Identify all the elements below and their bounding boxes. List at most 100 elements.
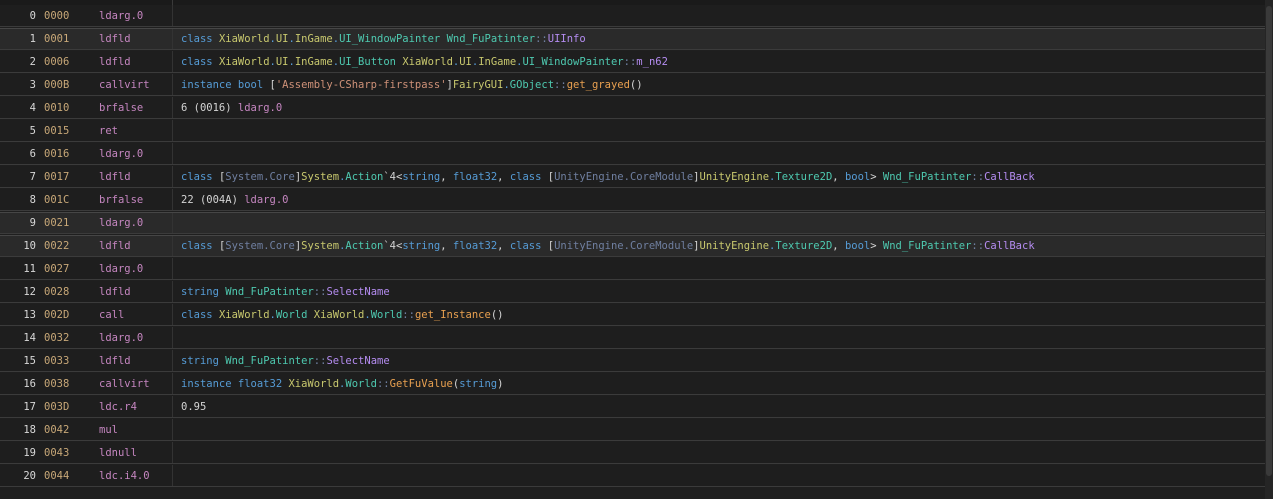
- operand-token: InGame: [294, 55, 333, 68]
- operand-token: XiaWorld: [218, 55, 270, 68]
- operand-token: UI_Button: [339, 55, 396, 68]
- operand-token: ): [497, 377, 504, 390]
- il-row[interactable]: 18 0042 mul: [0, 419, 1265, 441]
- il-opcode: mul: [99, 423, 118, 436]
- operand-token: World: [370, 308, 403, 321]
- row-index: 7: [29, 170, 36, 183]
- scrollbar-thumb[interactable]: [1266, 6, 1272, 476]
- il-opcode: ldnull: [99, 446, 137, 459]
- il-row[interactable]: 9 0021 ldarg.0: [0, 212, 1265, 234]
- row-index: 9: [29, 217, 36, 229]
- il-row[interactable]: 7 0017 ldfld class [System.Core]System.Acti…: [0, 166, 1265, 188]
- operand-token: XiaWorld: [402, 55, 453, 68]
- il-offset: 0043: [44, 446, 70, 459]
- operand-token: Action: [345, 240, 384, 252]
- il-row[interactable]: 10 0022 ldfld class [System.Core]System.Act…: [0, 235, 1265, 257]
- operand-token: ::: [313, 285, 327, 298]
- il-operand: instance bool ['Assembly-CSharp-firstpas…: [181, 79, 643, 91]
- operand-token: ,: [497, 240, 510, 252]
- il-row[interactable]: 16 0038 callvirt instance float32 XiaWorld.…: [0, 373, 1265, 395]
- operand-token: >: [870, 240, 883, 252]
- il-row[interactable]: 14 0032 ldarg.0: [0, 327, 1265, 349]
- il-offset: 0028: [44, 285, 70, 298]
- il-offset: 0042: [44, 423, 70, 436]
- row-index: 20: [23, 469, 36, 482]
- il-row[interactable]: 12 0028 ldfld string Wnd_FuPatinter::Select…: [0, 281, 1265, 303]
- il-row[interactable]: 15 0033 ldfld string Wnd_FuPatinter::Select…: [0, 350, 1265, 372]
- il-offset: 000B: [44, 78, 70, 91]
- il-row[interactable]: 13 002D call class XiaWorld.World XiaWorld.…: [0, 304, 1265, 326]
- operand-token: ::: [402, 308, 415, 321]
- il-opcode: ldfld: [99, 354, 131, 367]
- il-opcode: ldfld: [99, 33, 131, 45]
- il-row[interactable]: 3 000B callvirt instance bool ['Assembly-CS…: [0, 74, 1265, 96]
- il-operand: class XiaWorld.UI.InGame.UI_Button XiaWo…: [181, 56, 668, 68]
- operand-token: `4<: [383, 170, 403, 183]
- il-row[interactable]: 2 0006 ldfld class XiaWorld.UI.InGame.UI_Bu…: [0, 51, 1265, 73]
- il-row[interactable]: 0 0000 ldarg.0: [0, 5, 1265, 27]
- il-row[interactable]: 5 0015 ret: [0, 120, 1265, 142]
- operand-token: XiaWorld: [218, 33, 270, 45]
- operand-token: Wnd_FuPatinter: [882, 240, 972, 252]
- operand-token: XiaWorld: [218, 308, 270, 321]
- operand-token: UnityEngine: [699, 240, 770, 252]
- il-operand: class [System.Core]System.Action`4<strin…: [181, 171, 1035, 183]
- il-code-grid: 0 0000 ldarg.0 1 0001 ldfld class XiaWorld.UI.…: [0, 0, 1273, 499]
- operand-token: System.Core: [225, 170, 295, 183]
- operand-token: class: [181, 170, 219, 183]
- operand-token: ::: [376, 377, 390, 390]
- vertical-scrollbar[interactable]: [1265, 0, 1273, 499]
- il-opcode: ldarg.0: [99, 147, 144, 160]
- operand-token: System.Core: [225, 240, 295, 252]
- il-opcode: callvirt: [99, 377, 150, 390]
- row-index: 19: [23, 446, 36, 459]
- il-offset: 0044: [44, 469, 70, 482]
- il-offset: 0016: [44, 147, 70, 160]
- operand-token: string: [402, 170, 441, 183]
- operand-token: XiaWorld: [313, 308, 365, 321]
- column-divider: [172, 327, 173, 348]
- il-row[interactable]: 17 003D ldc.r4 0.95: [0, 396, 1265, 418]
- il-row[interactable]: 8 001C brfalse 22 (004A) ldarg.0: [0, 189, 1265, 211]
- il-row[interactable]: 4 0010 brfalse 6 (0016) ldarg.0: [0, 97, 1265, 119]
- row-index: 0: [29, 9, 36, 22]
- operand-token: GObject: [509, 78, 555, 91]
- operand-token: InGame: [294, 33, 333, 45]
- operand-token: bool: [844, 170, 871, 183]
- column-divider: [172, 51, 173, 72]
- il-row[interactable]: 6 0016 ldarg.0: [0, 143, 1265, 165]
- il-opcode: call: [99, 308, 125, 321]
- operand-token: ::: [554, 78, 567, 91]
- column-divider: [172, 419, 173, 440]
- il-offset: 0015: [44, 124, 70, 137]
- operand-token: string: [459, 377, 498, 390]
- column-divider: [172, 166, 173, 187]
- operand-token: 22 (004A): [181, 193, 245, 206]
- il-offset: 0006: [44, 55, 70, 68]
- operand-token: UnityEngine: [699, 170, 770, 183]
- il-opcode: ldarg.0: [99, 262, 144, 275]
- column-divider: [172, 258, 173, 279]
- operand-token: UI: [275, 33, 289, 45]
- il-row[interactable]: 20 0044 ldc.i4.0: [0, 465, 1265, 487]
- il-row[interactable]: 11 0027 ldarg.0: [0, 258, 1265, 280]
- il-operand: class XiaWorld.UI.InGame.UI_WindowPainte…: [181, 33, 586, 45]
- operand-token: instance float32: [181, 377, 289, 390]
- il-operand: 0.95: [181, 401, 206, 413]
- il-offset: 002D: [44, 308, 70, 321]
- operand-token: CallBack: [984, 170, 1035, 183]
- column-divider: [172, 465, 173, 486]
- operand-token: class: [181, 308, 219, 321]
- operand-token: UI_WindowPainter: [522, 55, 624, 68]
- il-row[interactable]: 19 0043 ldnull: [0, 442, 1265, 464]
- operand-token: instance bool: [181, 78, 270, 91]
- il-row[interactable]: 1 0001 ldfld class XiaWorld.UI.InGame.UI_Wi…: [0, 28, 1265, 50]
- row-index: 2: [29, 55, 36, 68]
- column-divider: [172, 74, 173, 95]
- il-offset: 0017: [44, 170, 70, 183]
- operand-token: (): [629, 78, 643, 91]
- column-divider: [172, 97, 173, 118]
- il-offset: 003D: [44, 400, 70, 413]
- operand-token: bool: [844, 240, 871, 252]
- il-opcode: brfalse: [99, 193, 144, 206]
